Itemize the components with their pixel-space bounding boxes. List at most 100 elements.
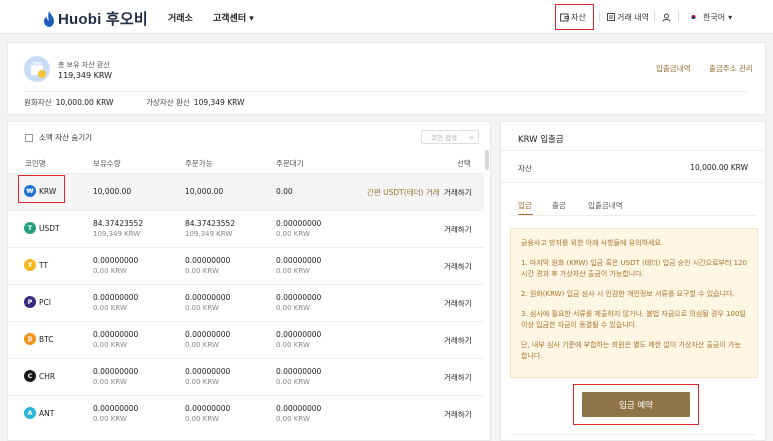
deposit-history-link[interactable]: 입출금내역 bbox=[656, 63, 691, 74]
divider bbox=[24, 91, 749, 92]
available-krw: 0.00 KRW bbox=[185, 267, 219, 275]
pending-value: 0.00000000 bbox=[276, 219, 322, 228]
language-label: 한국어 bbox=[703, 12, 726, 22]
column-header-select: 선택 bbox=[457, 159, 471, 168]
pending-amount: 0.00000000 0.00 KRW bbox=[276, 330, 321, 349]
available-value: 0.00000000 bbox=[185, 330, 231, 339]
held-value: 0.00000000 bbox=[93, 330, 139, 339]
held-value: 0.00000000 bbox=[93, 256, 139, 265]
krw-assets-label: 원화자산 bbox=[24, 98, 52, 107]
pending-krw: 0.00 KRW bbox=[276, 378, 310, 386]
language-selector[interactable]: 한국어 ▾ bbox=[688, 8, 732, 26]
available-value: 0.00000000 bbox=[185, 256, 231, 265]
divider bbox=[678, 11, 679, 22]
user-icon bbox=[662, 13, 671, 22]
notice-line: 2. 원화(KRW) 입금 심사 시 인감한 개인정보 서류를 요구할 수 있습… bbox=[521, 290, 735, 298]
trade-button[interactable]: 거래하기 bbox=[444, 409, 472, 420]
tab-history[interactable]: 입출금내역 bbox=[588, 200, 623, 211]
nav-support-label: 고객센터 bbox=[213, 14, 247, 24]
trade-button[interactable]: 거래하기 bbox=[444, 224, 472, 235]
deposit-panel-title: KRW 입출금 bbox=[518, 135, 564, 145]
available-amount: 0.00000000 0.00 KRW bbox=[185, 293, 230, 312]
available-krw: 0.00 KRW bbox=[185, 341, 219, 349]
held-amount: 0.00000000 0.00 KRW bbox=[93, 404, 138, 423]
pending-value: 0.00 bbox=[276, 187, 293, 196]
coin-search-input[interactable]: 코인 검색 ⌕ bbox=[421, 130, 479, 144]
hide-small-checkbox[interactable] bbox=[25, 133, 33, 142]
trade-button[interactable]: 거래하기 bbox=[444, 298, 472, 309]
logo-text: Huobi 후오비 bbox=[58, 11, 148, 28]
korea-flag-icon bbox=[688, 13, 699, 21]
pending-krw: 0.00 KRW bbox=[276, 267, 310, 275]
held-krw: 0.00 KRW bbox=[93, 415, 127, 423]
available-amount: 0.00000000 0.00 KRW bbox=[185, 404, 230, 423]
hide-small-label: 소액 자산 숨기기 bbox=[39, 133, 93, 142]
available-value: 0.00000000 bbox=[185, 293, 231, 302]
deposit-asset-label: 자산 bbox=[518, 164, 532, 173]
quick-usdt-trade-link[interactable]: 간편 USDT(테더) 거래 bbox=[367, 187, 440, 198]
pending-amount: 0.00000000 0.00 KRW bbox=[276, 219, 321, 238]
trade-button[interactable]: 거래하기 bbox=[444, 372, 472, 383]
available-amount: 10,000.00 bbox=[185, 187, 223, 196]
nav-support[interactable]: 고객센터 ▾ bbox=[213, 11, 254, 24]
tab-deposit[interactable]: 입금 bbox=[518, 200, 532, 211]
virtual-assets-value: 109,349 KRW bbox=[193, 98, 245, 107]
held-krw: 0.00 KRW bbox=[93, 304, 127, 312]
held-value: 0.00000000 bbox=[93, 367, 139, 376]
hide-small-assets-toggle[interactable]: 소액 자산 숨기기 bbox=[25, 132, 92, 143]
held-amount: 0.00000000 0.00 KRW bbox=[93, 330, 138, 349]
total-assets-value: 119,349 KRW bbox=[58, 71, 113, 80]
pending-krw: 0.00 KRW bbox=[276, 230, 310, 238]
held-value: 10,000.00 bbox=[93, 187, 132, 196]
flame-icon bbox=[44, 10, 54, 27]
pending-krw: 0.00 KRW bbox=[276, 415, 310, 423]
coin-search-placeholder: 코인 검색 bbox=[431, 134, 457, 142]
chevron-down-icon: ▾ bbox=[728, 12, 733, 22]
held-amount: 0.00000000 0.00 KRW bbox=[93, 256, 138, 275]
divider bbox=[510, 434, 756, 435]
withdraw-address-link[interactable]: 출금주소 관리 bbox=[709, 63, 753, 74]
table-row: ₿ BTC 0.00000000 0.00 KRW 0.00000000 0.00 KRW… bbox=[8, 321, 484, 358]
scrollbar[interactable] bbox=[485, 150, 489, 170]
huobi-logo[interactable]: Huobi 후오비 bbox=[42, 8, 148, 29]
held-krw: 109,349 KRW bbox=[93, 230, 141, 238]
notice-line: 3. 심사에 필요한 서류를 제출하지 않거나, 불법 자금으로 의심될 경우 … bbox=[521, 310, 746, 329]
coin-ant-icon: A bbox=[24, 407, 36, 419]
nav-exchange[interactable]: 거래소 bbox=[168, 11, 193, 24]
table-row: P PCI 0.00000000 0.00 KRW 0.00000000 0.00 KRW… bbox=[8, 284, 484, 321]
notice-line: 단, 내부 심사 기준에 부합하는 회원은 별도 제한 없이 가상자산 출금이 … bbox=[521, 341, 741, 360]
virtual-assets: 가상자산 환산 109,349 KRW bbox=[146, 97, 244, 108]
trade-button[interactable]: 거래하기 bbox=[444, 187, 472, 198]
held-krw: 0.00 KRW bbox=[93, 341, 127, 349]
chevron-down-icon: ▾ bbox=[249, 14, 254, 24]
trade-button[interactable]: 거래하기 bbox=[444, 335, 472, 346]
pending-value: 0.00000000 bbox=[276, 293, 322, 302]
notice-line: 금융사고 방지를 위한 아래 사항들에 유의하세요. bbox=[521, 239, 664, 247]
pending-amount: 0.00 bbox=[276, 187, 293, 196]
coin-usdt-icon: T bbox=[24, 222, 36, 234]
divider bbox=[510, 215, 756, 216]
assets-highlight-box bbox=[555, 4, 594, 30]
coin-pci-icon: P bbox=[24, 296, 36, 308]
coin-name: CHR bbox=[39, 372, 56, 381]
available-krw: 0.00 KRW bbox=[185, 415, 219, 423]
available-value: 0.00000000 bbox=[185, 404, 231, 413]
pending-krw: 0.00 KRW bbox=[276, 341, 310, 349]
history-link[interactable]: 거래 내역 bbox=[607, 8, 649, 26]
deposit-button-highlight-box bbox=[573, 384, 699, 425]
held-value: 0.00000000 bbox=[93, 293, 139, 302]
trade-button[interactable]: 거래하기 bbox=[444, 261, 472, 272]
held-krw: 0.00 KRW bbox=[93, 378, 127, 386]
table-row: T USDT 84.37423552 109,349 KRW 84.37423552 10… bbox=[8, 210, 484, 247]
total-assets-label: 총 보유 자산 환산 bbox=[58, 61, 110, 69]
divider bbox=[501, 182, 765, 183]
krw-assets-value: 10,000.00 KRW bbox=[55, 98, 114, 107]
tab-withdraw[interactable]: 출금 bbox=[552, 200, 566, 211]
held-amount: 10,000.00 bbox=[93, 187, 131, 196]
krw-assets: 원화자산 10,000.00 KRW bbox=[24, 97, 113, 108]
available-value: 10,000.00 bbox=[185, 187, 224, 196]
coin-name: BTC bbox=[39, 335, 54, 344]
user-link[interactable] bbox=[662, 8, 671, 26]
coin-name: TT bbox=[39, 261, 49, 270]
column-header-available: 주문가능 bbox=[185, 159, 213, 168]
